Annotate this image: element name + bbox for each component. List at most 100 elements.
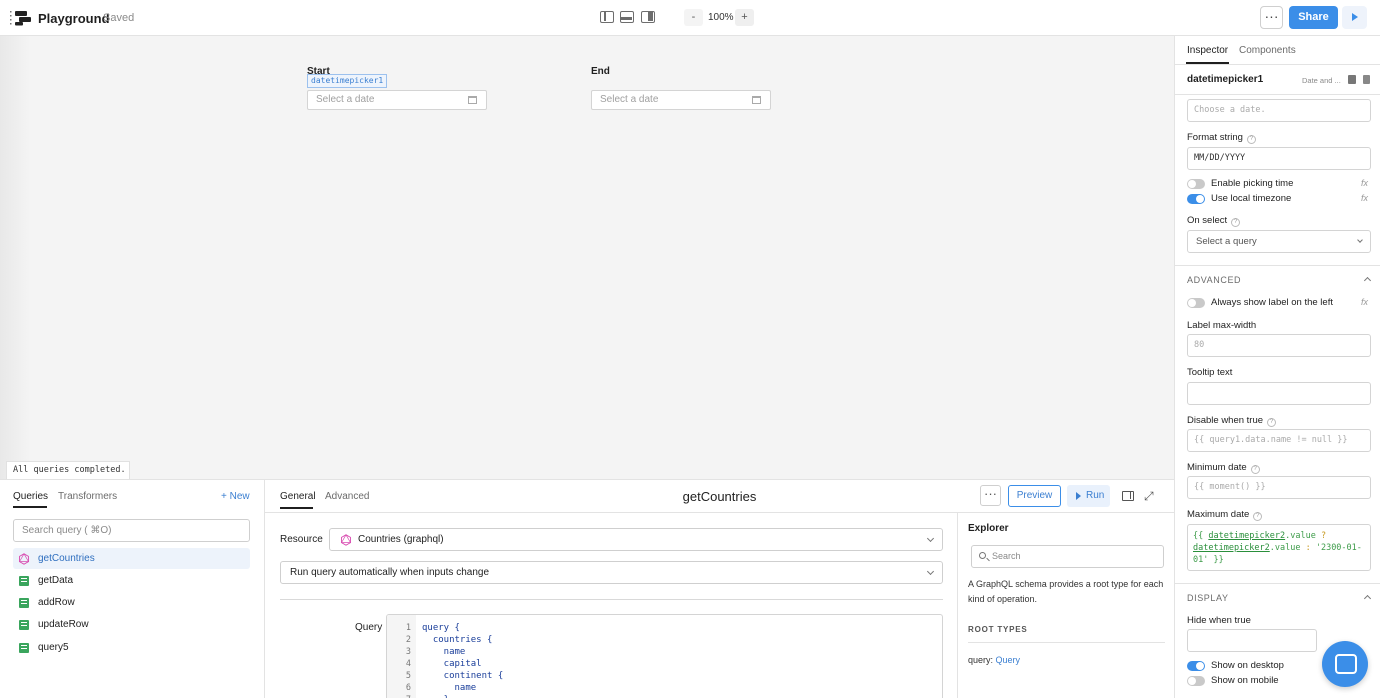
new-query-button[interactable]: + New bbox=[221, 491, 250, 502]
preview-app-button[interactable] bbox=[1342, 6, 1367, 29]
resource-label: Resource bbox=[280, 534, 323, 545]
code-line: name bbox=[422, 683, 477, 693]
google-sheets-icon bbox=[19, 576, 29, 586]
help-icon[interactable]: ? bbox=[1267, 418, 1277, 427]
code-line: countries { bbox=[422, 635, 493, 645]
tab-advanced[interactable]: Advanced bbox=[325, 491, 369, 502]
start-date-placeholder: Select a date bbox=[316, 94, 375, 105]
chevron-down-icon bbox=[1357, 237, 1363, 243]
selected-component-tag[interactable]: datetimepicker1 bbox=[307, 74, 388, 88]
on-select-text: On select bbox=[1187, 215, 1228, 226]
search-icon bbox=[979, 552, 986, 559]
docs-icon[interactable] bbox=[1348, 75, 1356, 84]
line-number: 2 bbox=[405, 635, 411, 645]
code-token: .value bbox=[1269, 543, 1306, 553]
code-line: continent { bbox=[422, 671, 504, 681]
expand-icon[interactable]: ⤢ bbox=[1144, 489, 1154, 504]
chat-support-icon[interactable] bbox=[1322, 641, 1368, 687]
minimum-date-input[interactable]: {{ moment() }} bbox=[1187, 476, 1371, 499]
format-string-label: Format string? bbox=[1187, 132, 1256, 144]
tab-queries[interactable]: Queries bbox=[13, 491, 48, 502]
toggle-bottom-panel-icon[interactable] bbox=[620, 11, 634, 23]
resource-select[interactable]: Countries (graphql) bbox=[329, 528, 943, 551]
query-item-getdata[interactable]: getData bbox=[13, 570, 250, 591]
inspector-divider bbox=[1175, 94, 1380, 95]
save-status: Saved bbox=[103, 12, 135, 24]
tooltip-text-label: Tooltip text bbox=[1187, 367, 1233, 378]
component-name[interactable]: datetimepicker1 bbox=[1187, 74, 1263, 85]
help-icon[interactable]: ? bbox=[1231, 218, 1241, 227]
query-item-label: updateRow bbox=[38, 619, 89, 630]
tooltip-text-input[interactable] bbox=[1187, 382, 1371, 405]
toggle-explorer-icon[interactable] bbox=[1122, 491, 1134, 501]
code-token: ? bbox=[1320, 531, 1327, 541]
fx-icon[interactable]: fx bbox=[1361, 178, 1368, 188]
show-on-desktop-toggle[interactable] bbox=[1187, 661, 1205, 671]
resource-value: Countries (graphql) bbox=[358, 534, 444, 545]
fx-icon[interactable]: fx bbox=[1361, 297, 1368, 307]
inspector-divider bbox=[1175, 583, 1380, 584]
enable-picking-time-toggle[interactable] bbox=[1187, 179, 1205, 189]
use-local-timezone-toggle[interactable] bbox=[1187, 194, 1205, 204]
share-button[interactable]: Share bbox=[1289, 6, 1338, 29]
app-logo-icon[interactable] bbox=[10, 10, 32, 26]
maximum-date-input[interactable]: {{ datetimepicker2.value ? datetimepicke… bbox=[1187, 524, 1371, 571]
always-show-label-left-toggle[interactable] bbox=[1187, 298, 1205, 308]
app-title[interactable]: Playground bbox=[38, 11, 110, 26]
tab-inspector[interactable]: Inspector bbox=[1187, 45, 1228, 56]
explorer-search-placeholder: Search bbox=[992, 551, 1021, 561]
label-max-width-label: Label max-width bbox=[1187, 320, 1257, 331]
toggle-right-panel-icon[interactable] bbox=[641, 11, 655, 23]
preview-button[interactable]: Preview bbox=[1008, 485, 1061, 507]
query-title-text[interactable]: getCountries bbox=[683, 489, 757, 504]
query-item-updaterow[interactable]: updateRow bbox=[13, 614, 250, 635]
use-local-timezone-label: Use local timezone bbox=[1211, 193, 1292, 204]
inspector-panel: Inspector Components datetimepicker1 Dat… bbox=[1174, 36, 1380, 698]
tab-components[interactable]: Components bbox=[1239, 45, 1296, 56]
query-more-button[interactable]: ··· bbox=[980, 485, 1001, 506]
disable-when-true-input[interactable]: {{ query1.data.name != null }} bbox=[1187, 429, 1371, 452]
show-on-mobile-toggle[interactable] bbox=[1187, 676, 1205, 686]
hide-when-true-input[interactable] bbox=[1187, 629, 1317, 652]
minimum-date-text: Minimum date bbox=[1187, 462, 1247, 473]
fx-icon[interactable]: fx bbox=[1361, 193, 1368, 203]
always-show-label-left-label: Always show label on the left bbox=[1211, 297, 1333, 308]
start-date-picker[interactable]: Select a date bbox=[307, 90, 487, 110]
explorer-search-input[interactable]: Search bbox=[971, 545, 1164, 568]
zoom-in-button[interactable]: + bbox=[735, 9, 754, 26]
explorer-divider bbox=[968, 642, 1165, 643]
tab-general[interactable]: General bbox=[280, 491, 316, 502]
chevron-down-icon bbox=[926, 534, 935, 543]
run-button[interactable]: Run bbox=[1067, 485, 1110, 507]
search-query-input[interactable]: Search query ( ⌘O) bbox=[13, 519, 250, 542]
app-canvas[interactable]: Start Select a date End Select a date bbox=[0, 36, 1174, 479]
query-item-addrow[interactable]: addRow bbox=[13, 592, 250, 613]
query-item-query5[interactable]: query5 bbox=[13, 637, 250, 658]
code-token: {{ bbox=[1193, 531, 1209, 541]
label-max-width-input[interactable]: 80 bbox=[1187, 334, 1371, 357]
trigger-select[interactable]: Run query automatically when inputs chan… bbox=[280, 561, 943, 584]
more-options-button[interactable]: ··· bbox=[1260, 6, 1283, 29]
code-token: }} bbox=[1213, 555, 1224, 565]
advanced-section-heading[interactable]: ADVANCED bbox=[1187, 275, 1241, 285]
trash-icon[interactable] bbox=[1363, 75, 1370, 84]
query-item-getcountries[interactable]: getCountries bbox=[13, 548, 250, 569]
placeholder-input[interactable]: Choose a date. bbox=[1187, 99, 1371, 122]
help-icon[interactable]: ? bbox=[1253, 512, 1263, 521]
graphql-icon bbox=[340, 534, 352, 546]
display-section-heading[interactable]: DISPLAY bbox=[1187, 593, 1229, 603]
help-icon[interactable]: ? bbox=[1250, 465, 1260, 474]
help-icon[interactable]: ? bbox=[1246, 135, 1256, 144]
calendar-icon bbox=[468, 96, 477, 104]
query-code-editor[interactable]: 1 2 3 4 5 6 7 query { countries { name c… bbox=[386, 614, 943, 698]
chevron-up-icon[interactable] bbox=[1363, 594, 1372, 603]
zoom-out-button[interactable]: - bbox=[684, 9, 703, 26]
end-date-picker[interactable]: Select a date bbox=[591, 90, 771, 110]
format-string-input[interactable]: MM/DD/YYYY bbox=[1187, 147, 1371, 170]
on-select-dropdown[interactable]: Select a query bbox=[1187, 230, 1371, 253]
chevron-up-icon[interactable] bbox=[1363, 276, 1372, 285]
tab-transformers[interactable]: Transformers bbox=[58, 491, 117, 502]
toggle-left-panel-icon[interactable] bbox=[600, 11, 614, 23]
query-status-message: All queries completed. bbox=[6, 461, 130, 479]
root-type-link[interactable]: Query bbox=[996, 655, 1021, 665]
